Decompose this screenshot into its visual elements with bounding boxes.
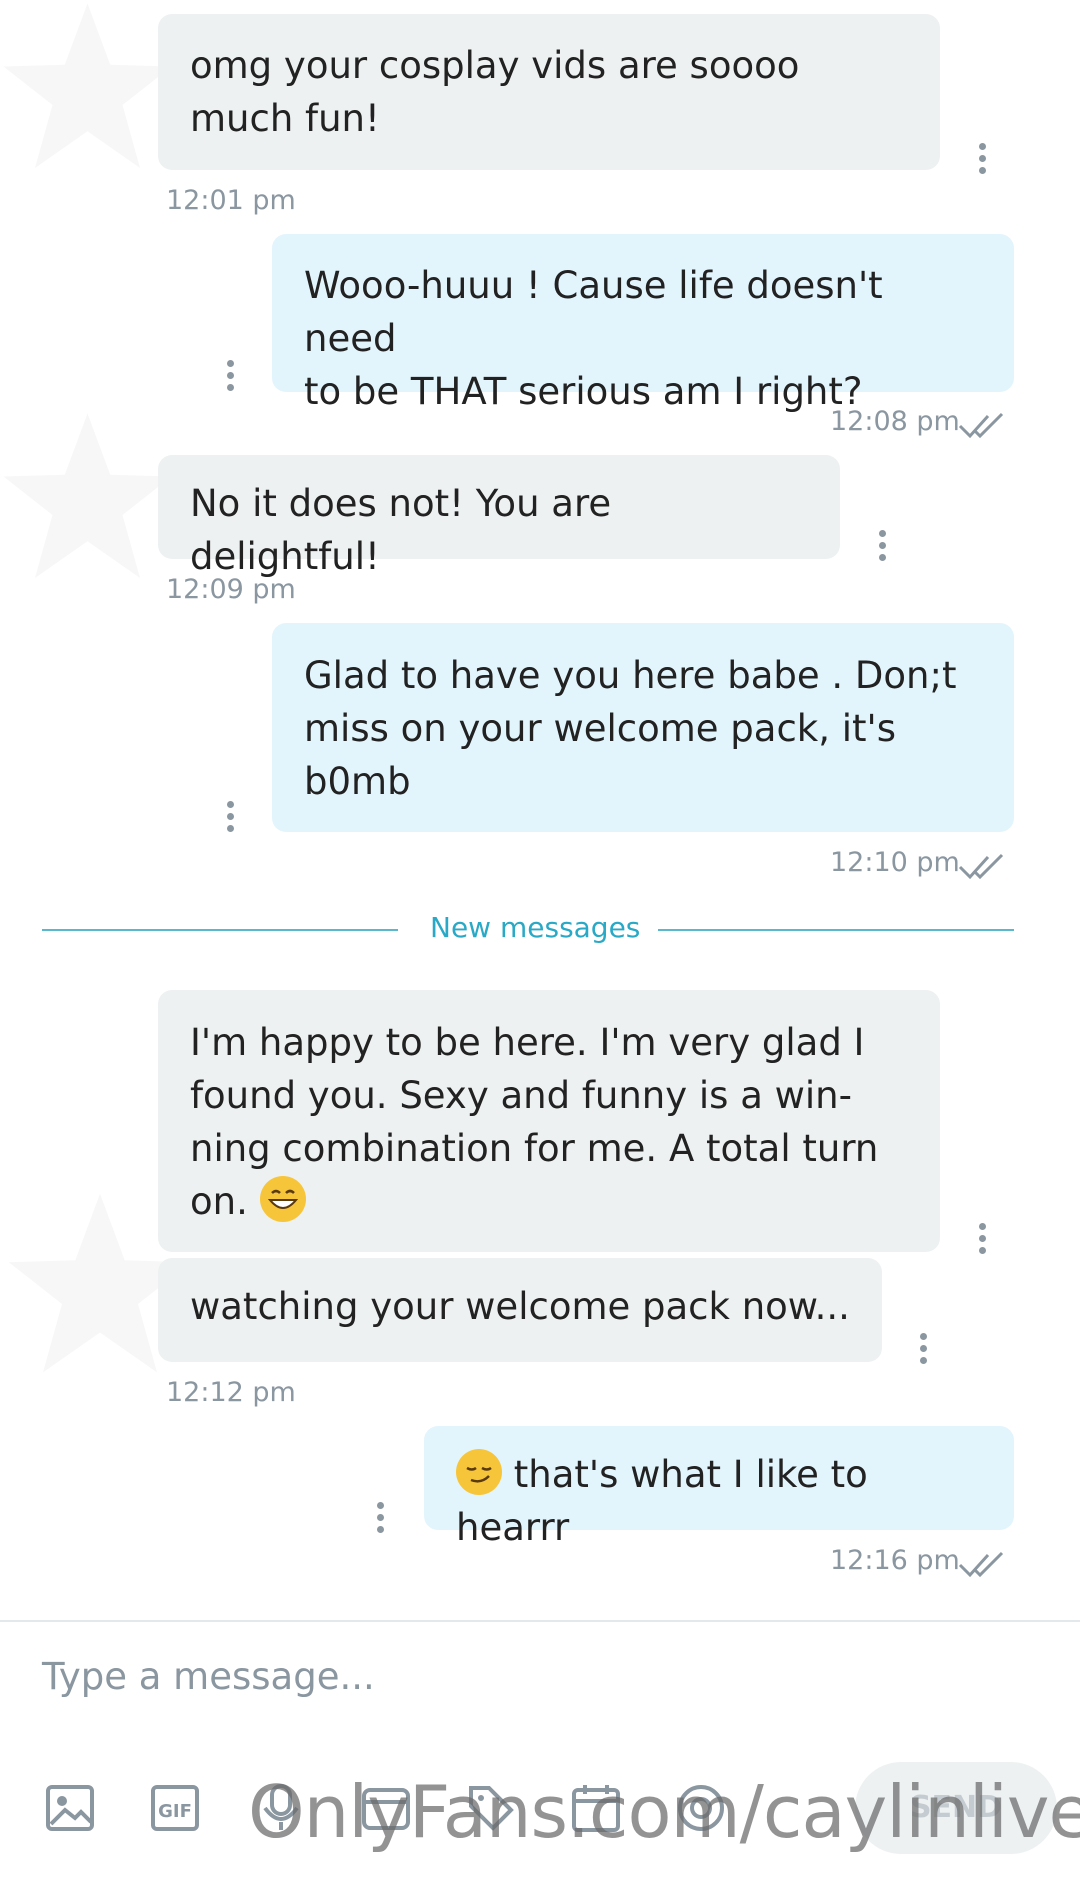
message-options-icon[interactable] <box>920 1333 928 1369</box>
message-text: No it does not! You are delightful! <box>190 482 612 578</box>
composer-divider <box>0 1620 1080 1622</box>
divider-line <box>658 929 1014 931</box>
message-text: that's what I like to hearrr <box>456 1453 868 1549</box>
message-options-icon[interactable] <box>879 530 887 566</box>
message-input[interactable]: Type a message... <box>42 1655 375 1698</box>
incoming-message-bubble[interactable]: No it does not! You are delightful! <box>158 455 840 578</box>
new-messages-divider: New messages <box>430 911 641 944</box>
message-options-icon[interactable] <box>227 801 235 837</box>
message-text: much fun! <box>190 97 380 140</box>
outgoing-message-bubble[interactable]: Glad to have you here babe . Don;t miss … <box>272 623 1014 832</box>
smirking-face-emoji <box>456 1449 502 1495</box>
incoming-message-bubble[interactable]: watching your welcome pack now... <box>158 1258 882 1362</box>
message-timestamp: 12:01 pm <box>166 185 296 216</box>
star-decoration-icon <box>3 3 172 168</box>
watermark-text: OnlyFans.com/caylinlive <box>248 1770 1080 1854</box>
incoming-message-bubble[interactable]: omg your cosplay vids are soooo much fun… <box>158 14 940 170</box>
grinning-face-emoji <box>259 1176 306 1222</box>
star-decoration-icon <box>3 413 172 578</box>
message-text: found you. Sexy and funny is a win- <box>190 1074 852 1117</box>
gif-icon[interactable]: GIF <box>150 1782 202 1834</box>
message-timestamp: 12:10 pm <box>830 847 960 878</box>
svg-text:GIF: GIF <box>158 1801 192 1822</box>
image-icon[interactable] <box>45 1782 97 1834</box>
message-text: watching your welcome pack now... <box>190 1285 850 1328</box>
message-options-icon[interactable] <box>979 1223 987 1259</box>
message-options-icon[interactable] <box>377 1502 385 1538</box>
outgoing-message-bubble[interactable]: that's what I like to hearrr <box>424 1426 1014 1549</box>
message-text: I'm happy to be here. I'm very glad I <box>190 1021 865 1064</box>
message-options-icon[interactable] <box>227 360 235 396</box>
outgoing-message-bubble[interactable]: Wooo-huuu ! Cause life doesn't need to b… <box>272 234 1014 413</box>
double-check-icon <box>958 412 1004 439</box>
message-text: miss on your welcome pack, it's <box>304 707 896 750</box>
message-timestamp: 12:12 pm <box>166 1377 296 1408</box>
double-check-icon <box>958 1551 1004 1578</box>
message-timestamp: 12:08 pm <box>830 406 960 437</box>
message-text: Wooo-huuu ! Cause life doesn't need <box>304 264 883 360</box>
incoming-message-bubble[interactable]: I'm happy to be here. I'm very glad I fo… <box>158 990 940 1252</box>
message-text: on. <box>190 1180 248 1223</box>
double-check-icon <box>958 853 1004 880</box>
divider-line <box>42 929 398 931</box>
message-timestamp: 12:09 pm <box>166 574 296 605</box>
message-text: Glad to have you here babe . Don;t <box>304 654 957 697</box>
message-text: omg your cosplay vids are soooo <box>190 44 800 87</box>
message-text: b0mb <box>304 760 411 803</box>
message-options-icon[interactable] <box>979 143 987 179</box>
message-timestamp: 12:16 pm <box>830 1545 960 1576</box>
message-text: ning combination for me. A total turn <box>190 1127 879 1170</box>
